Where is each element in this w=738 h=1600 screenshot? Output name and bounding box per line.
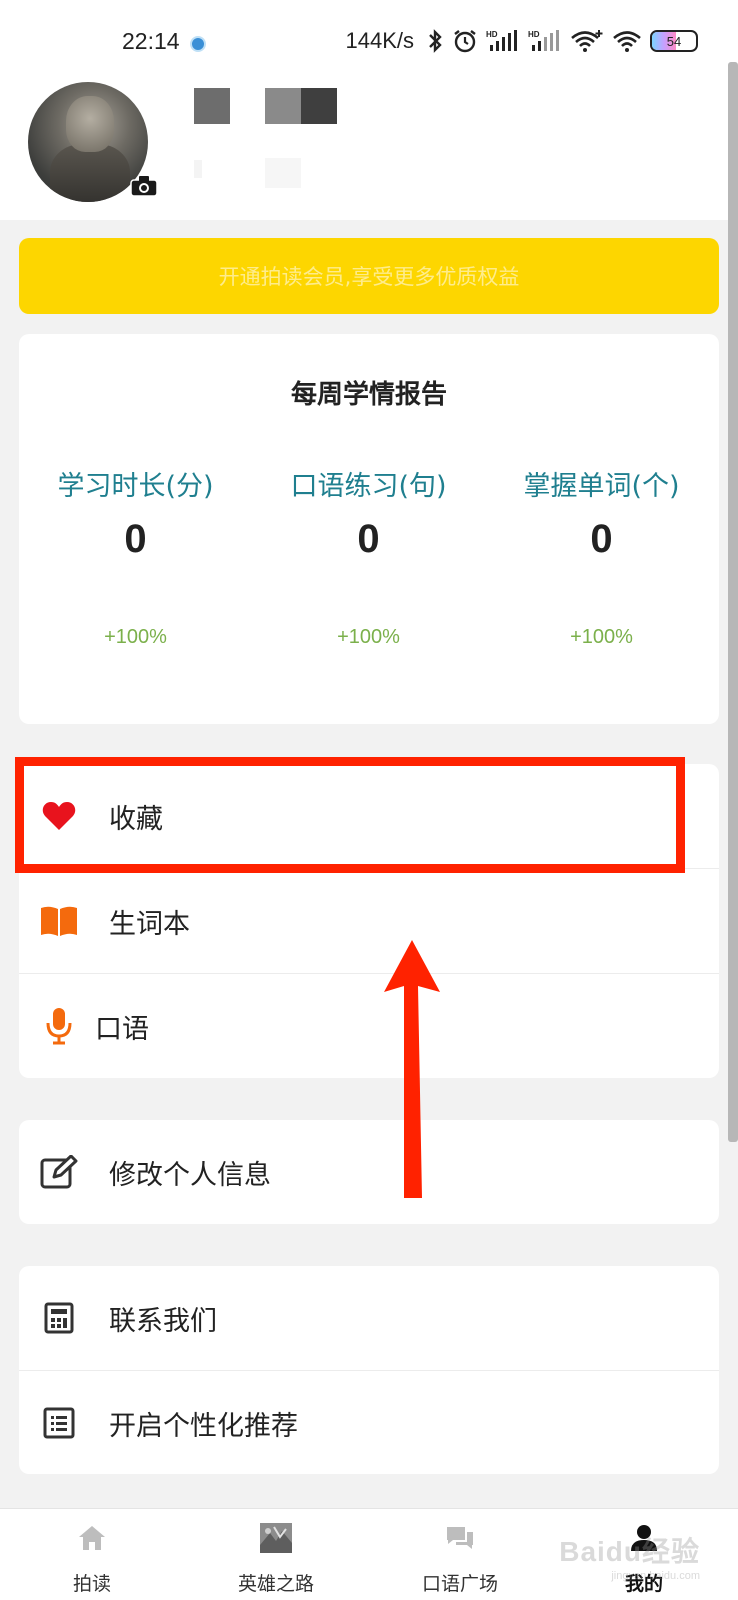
scrollbar[interactable] bbox=[728, 62, 738, 1142]
user-id-redacted bbox=[194, 160, 202, 178]
nav-item-hero-road[interactable]: 英雄之路 bbox=[184, 1509, 368, 1600]
app-notification-icon bbox=[190, 36, 206, 52]
baidu-watermark: Baidu经验 jingyan.baidu.com bbox=[559, 1530, 700, 1582]
user-id-redacted bbox=[265, 158, 301, 188]
stat-value: 0 bbox=[124, 517, 147, 561]
menu-item-contact-us[interactable]: 联系我们 bbox=[19, 1266, 719, 1370]
stat-change: +100% bbox=[337, 626, 400, 648]
heart-icon bbox=[39, 796, 79, 836]
username-redacted bbox=[301, 88, 337, 124]
stat-label: 学习时长(分) bbox=[57, 471, 214, 502]
battery-icon: 54 bbox=[650, 30, 698, 52]
stat-label: 口语练习(句) bbox=[290, 471, 447, 502]
menu-group-profile: 修改个人信息 bbox=[19, 1120, 719, 1224]
menu-item-favorites[interactable]: 收藏 bbox=[19, 764, 719, 868]
stat-value: 0 bbox=[357, 517, 380, 561]
menu-group-study: 收藏 生词本 口语 bbox=[19, 764, 719, 1078]
stat-oral-practice: 口语练习(句) 0 bbox=[252, 464, 485, 562]
nav-label: 口语广场 bbox=[421, 1573, 498, 1595]
stat-study-time: 学习时长(分) 0 bbox=[19, 464, 252, 562]
menu-item-label: 联系我们 bbox=[109, 1305, 217, 1337]
username-redacted bbox=[265, 88, 301, 124]
wifi-icon bbox=[612, 29, 642, 53]
status-time: 22:14 bbox=[122, 28, 180, 54]
stat-label: 掌握单词(个) bbox=[523, 471, 680, 502]
bluetooth-icon bbox=[426, 29, 444, 53]
nav-label: 英雄之路 bbox=[237, 1573, 314, 1595]
menu-item-label: 收藏 bbox=[109, 803, 163, 835]
stat-change: +100% bbox=[104, 626, 167, 648]
nav-item-oral-square[interactable]: 口语广场 bbox=[368, 1509, 552, 1600]
watermark-sub: jingyan.baidu.com bbox=[611, 1570, 700, 1582]
menu-item-label: 开启个性化推荐 bbox=[109, 1410, 298, 1442]
status-bar: 22:14 144K/s HD HD 54 bbox=[0, 0, 738, 70]
microphone-icon bbox=[39, 1006, 79, 1046]
home-icon bbox=[75, 1523, 109, 1553]
report-title: 每周学情报告 bbox=[290, 380, 447, 410]
menu-item-vocabulary-book[interactable]: 生词本 bbox=[19, 869, 719, 973]
menu-item-label: 生词本 bbox=[109, 908, 190, 940]
alarm-icon bbox=[452, 28, 478, 54]
watermark-text: Baidu经验 bbox=[559, 1536, 700, 1567]
menu-item-edit-profile[interactable]: 修改个人信息 bbox=[19, 1120, 719, 1224]
svg-text:HD: HD bbox=[528, 30, 540, 39]
menu-item-personalized-recommendation[interactable]: 开启个性化推荐 bbox=[19, 1371, 719, 1475]
weekly-report-card: 每周学情报告 学习时长(分) 0 口语练习(句) 0 掌握单词(个) 0 +10… bbox=[19, 334, 719, 724]
nav-label: 拍读 bbox=[72, 1573, 111, 1595]
stat-change: +100% bbox=[570, 626, 633, 648]
hero-road-image-icon bbox=[259, 1523, 293, 1553]
username-redacted bbox=[194, 88, 230, 124]
camera-icon[interactable] bbox=[130, 175, 158, 197]
nav-item-read[interactable]: 拍读 bbox=[0, 1509, 184, 1600]
stat-value: 0 bbox=[590, 517, 613, 561]
chat-icon bbox=[443, 1523, 477, 1553]
list-icon bbox=[39, 1403, 79, 1443]
menu-item-oral[interactable]: 口语 bbox=[19, 974, 719, 1078]
battery-level: 54 bbox=[666, 33, 682, 49]
hd-signal-icon: HD bbox=[528, 29, 562, 53]
calculator-icon bbox=[39, 1298, 79, 1338]
edit-icon bbox=[39, 1152, 79, 1192]
vip-banner-text: 开通拍读会员,享受更多优质权益 bbox=[218, 265, 520, 289]
vip-membership-banner[interactable]: 开通拍读会员,享受更多优质权益 bbox=[19, 238, 719, 314]
svg-text:HD: HD bbox=[486, 30, 498, 39]
profile-header bbox=[0, 70, 728, 220]
stat-words-mastered: 掌握单词(个) 0 bbox=[485, 464, 718, 562]
hd-signal-icon: HD bbox=[486, 29, 520, 53]
wifi-plus-icon bbox=[570, 29, 604, 53]
menu-item-label: 修改个人信息 bbox=[109, 1159, 271, 1191]
book-icon bbox=[39, 901, 79, 941]
network-speed: 144K/s bbox=[345, 28, 415, 53]
menu-item-label: 口语 bbox=[95, 1013, 149, 1045]
status-icons: 144K/s HD HD 54 bbox=[345, 26, 698, 56]
menu-group-settings: 联系我们 开启个性化推荐 bbox=[19, 1266, 719, 1474]
